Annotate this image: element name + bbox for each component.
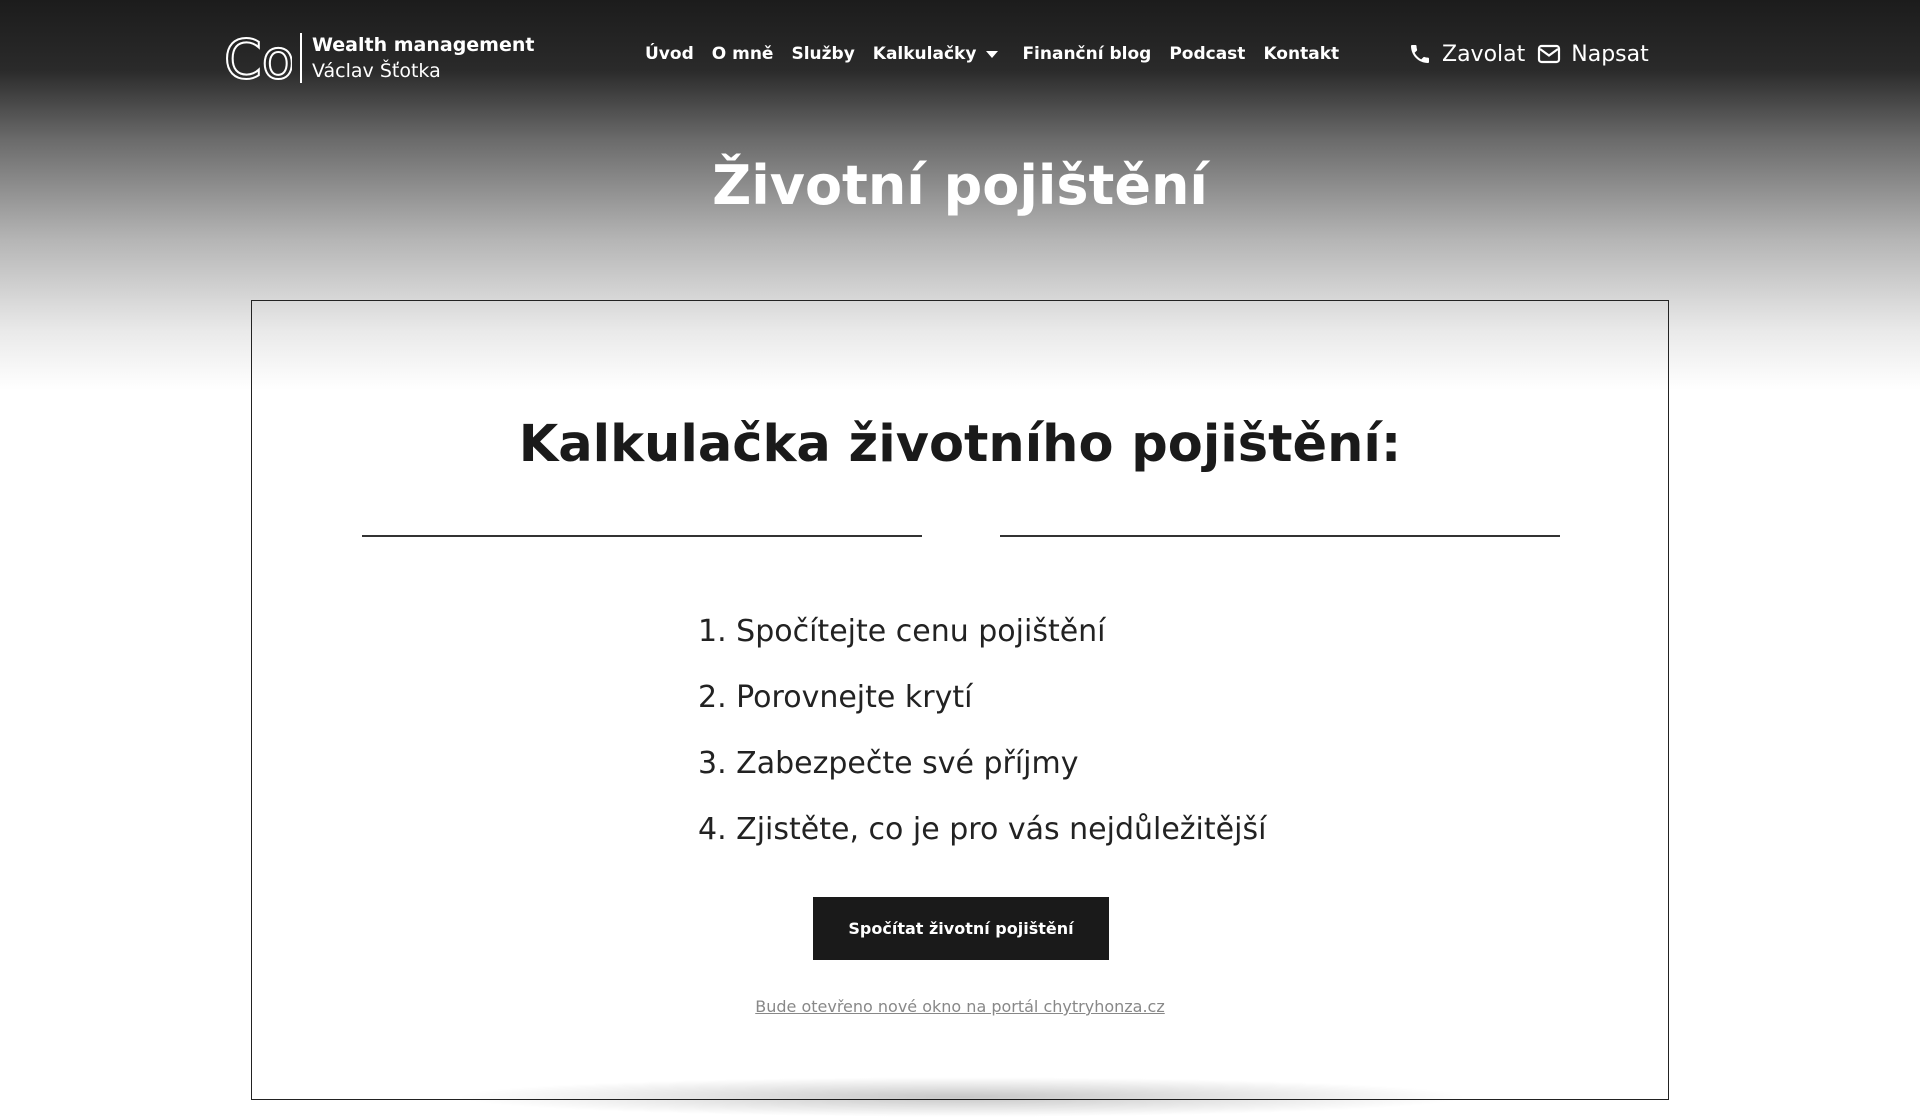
calculator-heading: Kalkulačka životního pojištění: xyxy=(518,415,1402,474)
write-label: Napsat xyxy=(1571,41,1649,67)
call-link[interactable]: Zavolat xyxy=(1408,42,1525,67)
nav-item-kalkulacky[interactable]: Kalkulačky xyxy=(873,44,977,64)
contact-links: Zavolat Napsat xyxy=(1408,38,1649,70)
list-item: 4. Zjistěte, co je pro vás nejdůležitějš… xyxy=(698,812,1267,847)
calculate-button[interactable]: Spočítat životní pojištění xyxy=(813,897,1109,960)
logo-separator xyxy=(300,33,302,83)
list-item: 3. Zabezpečte své příjmy xyxy=(698,746,1079,781)
envelope-icon xyxy=(1538,44,1561,64)
logo-mark-icon: Co xyxy=(224,30,292,86)
call-label: Zavolat xyxy=(1442,41,1526,67)
brand-text: Wealth management Václav Šťotka xyxy=(312,32,534,84)
external-portal-note-link[interactable]: Bude otevřeno nové okno na portál chytry… xyxy=(252,997,1668,1016)
list-item: 2. Porovnejte krytí xyxy=(698,680,973,715)
nav-item-kontakt[interactable]: Kontakt xyxy=(1263,44,1339,64)
nav-item-podcast[interactable]: Podcast xyxy=(1169,44,1245,64)
nav-item-o-mne[interactable]: O mně xyxy=(712,44,774,64)
brand-logo[interactable]: Co Wealth management Václav Šťotka xyxy=(224,30,534,86)
nav-item-sluzby[interactable]: Služby xyxy=(791,44,854,64)
nav-dropdown-kalkulacky[interactable]: Kalkulačky xyxy=(873,44,1003,64)
divider-right xyxy=(1000,535,1560,537)
chevron-down-icon[interactable] xyxy=(986,50,999,58)
brand-title: Wealth management xyxy=(312,34,535,56)
steps-list: 1. Spočítejte cenu pojištění 2. Porovnej… xyxy=(698,599,1266,863)
main-nav: Úvod O mně Služby Kalkulačky Finanční bl… xyxy=(645,40,1357,68)
embedded-frame-shadow xyxy=(452,1077,1472,1117)
phone-icon xyxy=(1411,45,1429,63)
page-title: Životní pojištění xyxy=(712,154,1208,217)
nav-item-uvod[interactable]: Úvod xyxy=(645,44,694,64)
brand-name: Václav Šťotka xyxy=(312,60,441,82)
divider-left xyxy=(362,535,922,537)
write-link[interactable]: Napsat xyxy=(1537,41,1649,67)
list-item: 1. Spočítejte cenu pojištění xyxy=(698,614,1106,649)
svg-text:Co: Co xyxy=(224,30,292,86)
calculator-card: Kalkulačka životního pojištění: 1. Spočí… xyxy=(251,300,1669,1117)
nav-item-financni-blog[interactable]: Finanční blog xyxy=(1022,44,1151,64)
site-header: Co Wealth management Václav Šťotka Úvod … xyxy=(0,0,1920,110)
